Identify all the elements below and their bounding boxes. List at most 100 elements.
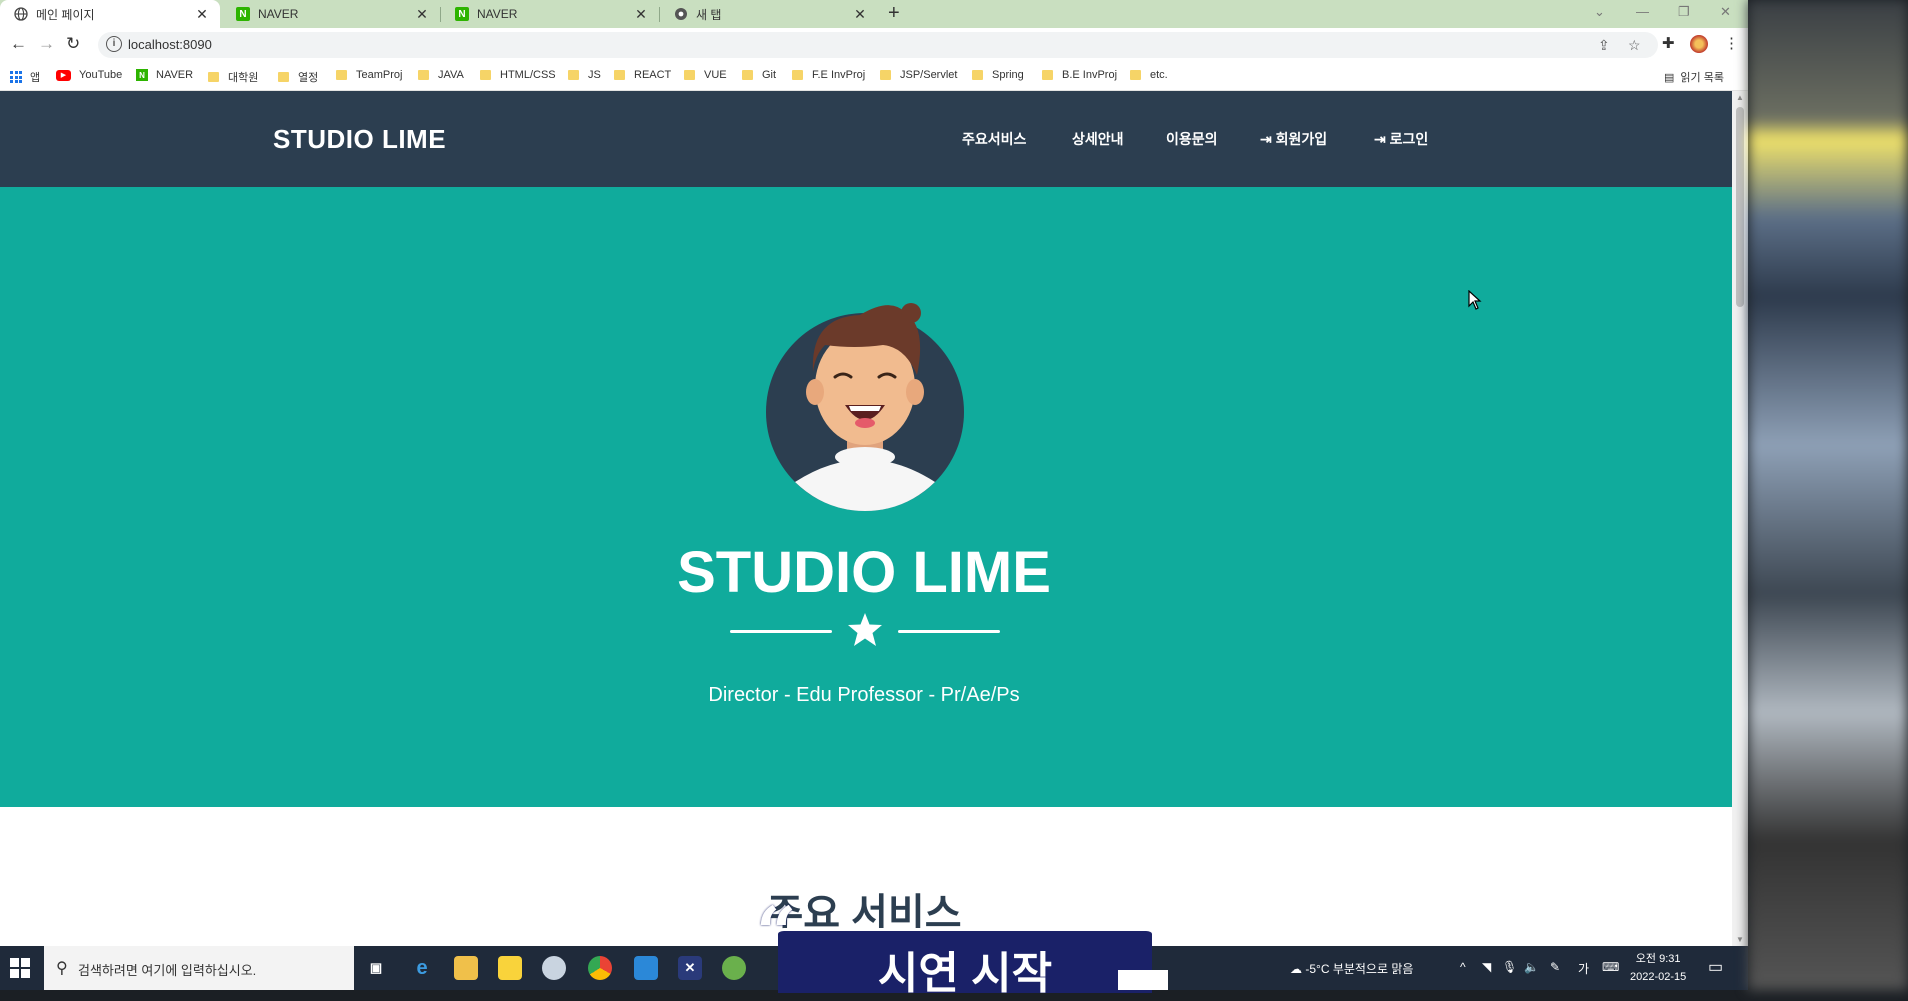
microphone-icon[interactable]: 🎙 <box>1502 960 1517 974</box>
vscode-icon[interactable]: ✕ <box>678 956 702 980</box>
search-icon: ⚲ <box>56 960 68 977</box>
folder-icon <box>614 70 625 80</box>
windows-start-icon[interactable] <box>10 958 30 978</box>
globe-icon <box>14 7 28 21</box>
browser-toolbar: ← → ↻ i localhost:8090 ⇪ ☆ <box>0 28 1748 62</box>
tab-label: NAVER <box>477 7 518 21</box>
bookmark-folder[interactable]: JS <box>568 69 601 81</box>
bookmark-naver[interactable]: N NAVER <box>136 69 193 81</box>
web-page: STUDIO LIME 주요서비스 상세안내 이용문의 ⇥ 회원가입 ⇥ 로그인 <box>0 91 1732 946</box>
minimize-icon[interactable]: — <box>1636 4 1649 19</box>
bookmark-folder[interactable]: 대학원 <box>208 69 258 85</box>
bookmark-folder[interactable]: etc. <box>1130 69 1168 81</box>
caption-text: 시연 시작 <box>877 949 1053 998</box>
weather-status[interactable]: ☁ -5°C 부분적으로 맑음 <box>1290 960 1413 977</box>
folder-icon <box>972 70 983 80</box>
folder-icon <box>742 70 753 80</box>
profile-avatar-icon[interactable] <box>1690 35 1708 53</box>
bookmark-folder[interactable]: TeamProj <box>336 69 402 81</box>
new-tab-button[interactable]: + <box>888 2 900 25</box>
tray-expand-icon[interactable]: ^ <box>1460 960 1466 974</box>
site-navbar: STUDIO LIME 주요서비스 상세안내 이용문의 ⇥ 회원가입 ⇥ 로그인 <box>0 91 1732 187</box>
tab-naver-1[interactable]: N NAVER ✕ <box>222 0 440 28</box>
avatar-illustration <box>766 303 964 511</box>
bookmark-star-icon[interactable]: ☆ <box>1628 37 1641 54</box>
folder-icon <box>336 70 347 80</box>
more-menu-icon[interactable]: ⋮ <box>1724 34 1739 52</box>
tab-label: 새 탭 <box>696 7 722 22</box>
tab-search-icon[interactable]: ⌄ <box>1594 4 1605 20</box>
caption-banner: 시연 시작 <box>778 928 1152 998</box>
scroll-up-icon[interactable]: ▲ <box>1736 93 1744 102</box>
tab-naver-2[interactable]: N NAVER ✕ <box>441 0 659 28</box>
close-tab-icon[interactable]: ✕ <box>194 6 210 23</box>
nav-details[interactable]: 상세안내 <box>1072 129 1124 149</box>
close-tab-icon[interactable]: ✕ <box>852 6 868 23</box>
spring-tool-icon[interactable] <box>722 956 746 980</box>
bookmark-folder[interactable]: HTML/CSS <box>480 69 556 81</box>
bookmark-apps[interactable]: 앱 <box>10 69 40 85</box>
chrome-icon[interactable] <box>588 956 612 980</box>
taskbar-search-box[interactable]: ⚲ 검색하려면 여기에 입력하십시오. <box>44 946 354 990</box>
close-tab-icon[interactable]: ✕ <box>633 6 649 23</box>
bookmark-folder[interactable]: F.E InvProj <box>792 69 865 81</box>
nav-signup[interactable]: ⇥ 회원가입 <box>1260 129 1327 149</box>
file-explorer-icon[interactable] <box>454 956 478 980</box>
nav-services[interactable]: 주요서비스 <box>962 129 1026 149</box>
bookmark-youtube[interactable]: ▶ YouTube <box>56 69 122 81</box>
tab-label: 메인 페이지 <box>36 7 95 22</box>
site-brand[interactable]: STUDIO LIME <box>273 124 446 155</box>
bookmark-folder[interactable]: B.E InvProj <box>1042 69 1117 81</box>
extensions-icon[interactable]: ✚ <box>1662 34 1675 52</box>
pen-icon[interactable]: ✎ <box>1550 960 1560 974</box>
info-icon[interactable]: i <box>106 36 122 52</box>
tab-strip: 메인 페이지 ✕ N NAVER ✕ N NAVER ✕ 새 탭 ✕ + ⌄ —… <box>0 0 1748 28</box>
notification-icon[interactable]: ▭ <box>1708 957 1723 977</box>
nav-inquiry[interactable]: 이용문의 <box>1166 129 1218 149</box>
app-icon[interactable] <box>542 956 566 980</box>
bookmark-folder[interactable]: JSP/Servlet <box>880 69 957 81</box>
chrome-icon <box>674 7 688 21</box>
folder-icon <box>278 72 289 82</box>
hero-section: STUDIO LIME Director - Edu Professor - P… <box>0 187 1732 807</box>
volume-icon[interactable]: 🔈 <box>1524 960 1539 974</box>
hero-subtitle: Director - Edu Professor - Pr/Ae/Ps <box>708 684 1020 706</box>
folder-icon <box>208 72 219 82</box>
task-view-icon[interactable]: ▣ <box>364 956 388 980</box>
tab-new-tab[interactable]: 새 탭 ✕ <box>660 0 878 28</box>
tab-main-page[interactable]: 메인 페이지 ✕ <box>0 0 220 28</box>
reload-icon[interactable]: ↻ <box>66 34 80 54</box>
page-scrollbar[interactable]: ▲ ▼ <box>1732 91 1748 946</box>
scroll-thumb[interactable] <box>1736 107 1744 307</box>
system-clock[interactable]: 오전 9:31 2022-02-15 <box>1630 950 1686 986</box>
bookmark-folder[interactable]: Git <box>742 69 776 81</box>
browser-window: 메인 페이지 ✕ N NAVER ✕ N NAVER ✕ 새 탭 ✕ + ⌄ —… <box>0 0 1748 946</box>
ime-indicator[interactable]: 가 <box>1578 960 1589 977</box>
share-icon[interactable]: ⇪ <box>1598 37 1610 54</box>
hero-title: STUDIO LIME <box>677 540 1051 605</box>
address-bar[interactable]: i localhost:8090 ⇪ ☆ <box>98 32 1658 58</box>
edge-browser-icon[interactable]: e <box>410 956 434 980</box>
reading-list[interactable]: ▤ 읽기 목록 <box>1664 69 1724 85</box>
close-window-icon[interactable]: ✕ <box>1720 4 1731 20</box>
youtube-icon: ▶ <box>56 69 71 81</box>
bookmark-folder[interactable]: VUE <box>684 69 727 81</box>
forward-arrow-icon[interactable]: → <box>38 34 55 54</box>
naver-icon: N <box>136 69 148 81</box>
bookmark-folder[interactable]: JAVA <box>418 69 464 81</box>
back-arrow-icon[interactable]: ← <box>10 34 27 54</box>
close-tab-icon[interactable]: ✕ <box>414 6 430 23</box>
store-icon[interactable] <box>634 956 658 980</box>
scroll-down-icon[interactable]: ▼ <box>1736 935 1744 944</box>
bookmark-folder[interactable]: 열정 <box>278 69 318 85</box>
bookmark-folder[interactable]: REACT <box>614 69 671 81</box>
sticky-notes-icon[interactable] <box>498 956 522 980</box>
star-divider <box>730 612 1000 652</box>
naver-icon: N <box>455 7 469 21</box>
url-text: localhost:8090 <box>128 37 212 52</box>
nav-login[interactable]: ⇥ 로그인 <box>1374 129 1428 149</box>
keyboard-icon[interactable]: ⌨ <box>1602 960 1619 974</box>
network-icon[interactable]: ◥ <box>1482 960 1491 974</box>
bookmark-folder[interactable]: Spring <box>972 69 1024 81</box>
restore-icon[interactable]: ❐ <box>1678 4 1690 20</box>
